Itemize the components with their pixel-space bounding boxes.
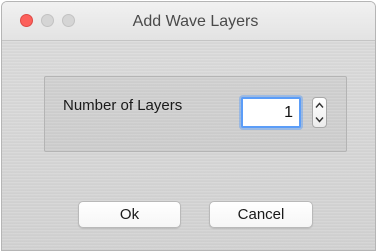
window-title: Add Wave Layers [132, 13, 259, 30]
chevron-up-icon[interactable] [313, 98, 326, 113]
cancel-button[interactable]: Cancel [209, 201, 313, 228]
number-of-layers-input[interactable] [241, 97, 301, 128]
number-of-layers-label: Number of Layers [63, 97, 183, 114]
title-bar[interactable]: Add Wave Layers [2, 2, 375, 41]
layers-stepper[interactable] [312, 97, 327, 128]
add-wave-layers-dialog: Add Wave Layers Number of Layers Ok Canc… [2, 2, 375, 250]
chevron-down-icon[interactable] [313, 113, 326, 128]
ok-button[interactable]: Ok [78, 201, 181, 228]
layers-group: Number of Layers [44, 76, 347, 152]
